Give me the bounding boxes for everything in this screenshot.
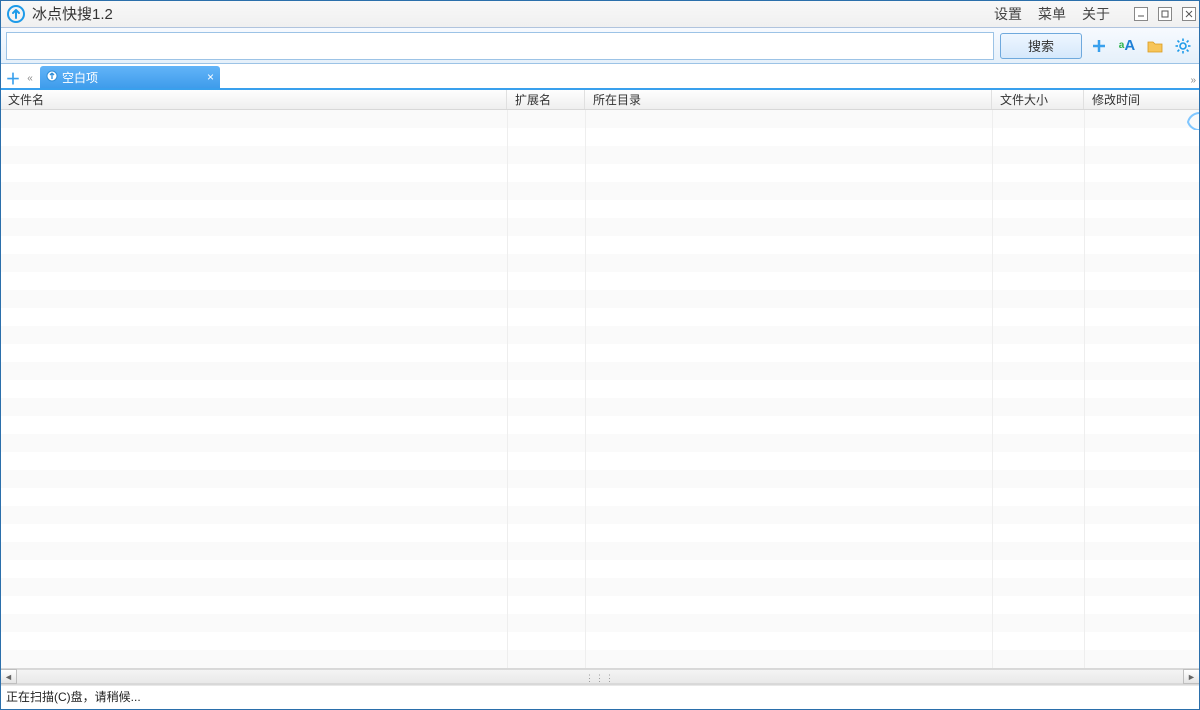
table-row xyxy=(0,578,1200,596)
tab-scroll-right[interactable]: » xyxy=(1190,75,1196,86)
table-row xyxy=(0,236,1200,254)
table-row xyxy=(0,524,1200,542)
app-logo-icon xyxy=(6,4,26,24)
table-row xyxy=(0,398,1200,416)
titlebar: 冰点快搜1.2 设置 菜单 关于 xyxy=(0,0,1200,28)
column-ext[interactable]: 扩展名 xyxy=(507,90,585,109)
table-row xyxy=(0,434,1200,452)
scroll-track[interactable]: ⋮⋮⋮ xyxy=(17,669,1183,684)
table-row xyxy=(0,452,1200,470)
column-headers: 文件名 扩展名 所在目录 文件大小 修改时间 xyxy=(0,90,1200,110)
table-row xyxy=(0,200,1200,218)
font-size-icon[interactable]: aA xyxy=(1116,35,1138,57)
table-row xyxy=(0,380,1200,398)
column-divider xyxy=(585,110,586,668)
table-row xyxy=(0,326,1200,344)
maximize-button[interactable] xyxy=(1158,7,1172,21)
table-row xyxy=(0,416,1200,434)
table-row xyxy=(0,632,1200,650)
scroll-grip-icon: ⋮⋮⋮ xyxy=(585,673,615,684)
column-divider xyxy=(1084,110,1085,668)
table-row xyxy=(0,488,1200,506)
title-menu: 设置 菜单 关于 xyxy=(994,4,1110,24)
column-divider xyxy=(992,110,993,668)
table-row xyxy=(0,218,1200,236)
table-row xyxy=(0,614,1200,632)
search-button[interactable]: 搜索 xyxy=(1000,33,1082,59)
scroll-left-button[interactable]: ◄ xyxy=(0,669,17,684)
scroll-right-button[interactable]: ► xyxy=(1183,669,1200,684)
tab-blank[interactable]: 空白项 × xyxy=(40,66,220,88)
new-tab-button[interactable]: ＋ xyxy=(4,68,22,88)
app-title: 冰点快搜1.2 xyxy=(32,3,113,24)
table-row xyxy=(0,470,1200,488)
column-dir[interactable]: 所在目录 xyxy=(585,90,992,109)
add-icon[interactable] xyxy=(1088,35,1110,57)
results-list xyxy=(0,110,1200,668)
horizontal-scrollbar[interactable]: ◄ ⋮⋮⋮ ► xyxy=(0,668,1200,685)
column-size[interactable]: 文件大小 xyxy=(992,90,1084,109)
tab-close-icon[interactable]: × xyxy=(207,70,214,84)
table-row xyxy=(0,110,1200,128)
scroll-indicator-icon xyxy=(1186,112,1200,130)
table-row xyxy=(0,362,1200,380)
gear-icon[interactable] xyxy=(1172,35,1194,57)
table-row xyxy=(0,128,1200,146)
tab-bar: ＋ « 空白项 × » xyxy=(0,64,1200,90)
tab-icon xyxy=(46,70,58,85)
table-row xyxy=(0,182,1200,200)
status-text: 正在扫描(C)盘，请稍候... xyxy=(6,688,141,705)
table-row xyxy=(0,290,1200,308)
menu-about[interactable]: 关于 xyxy=(1082,4,1110,24)
column-divider xyxy=(507,110,508,668)
window-controls xyxy=(1134,7,1196,21)
column-filename[interactable]: 文件名 xyxy=(0,90,507,109)
menu-settings[interactable]: 设置 xyxy=(994,4,1022,24)
table-row xyxy=(0,596,1200,614)
tab-label: 空白项 xyxy=(62,69,98,86)
status-bar: 正在扫描(C)盘，请稍候... xyxy=(0,685,1200,706)
tab-scroll-left[interactable]: « xyxy=(22,68,38,88)
table-row xyxy=(0,308,1200,326)
table-row xyxy=(0,146,1200,164)
table-row xyxy=(0,560,1200,578)
table-row xyxy=(0,506,1200,524)
folder-icon[interactable] xyxy=(1144,35,1166,57)
table-row xyxy=(0,344,1200,362)
table-row xyxy=(0,254,1200,272)
column-mtime[interactable]: 修改时间 xyxy=(1084,90,1200,109)
menu-menu[interactable]: 菜单 xyxy=(1038,4,1066,24)
table-row xyxy=(0,164,1200,182)
table-row xyxy=(0,542,1200,560)
search-input[interactable] xyxy=(6,32,994,60)
table-row xyxy=(0,272,1200,290)
table-row xyxy=(0,650,1200,668)
minimize-button[interactable] xyxy=(1134,7,1148,21)
font-large-glyph: A xyxy=(1124,37,1135,54)
search-bar: 搜索 aA xyxy=(0,28,1200,64)
close-button[interactable] xyxy=(1182,7,1196,21)
